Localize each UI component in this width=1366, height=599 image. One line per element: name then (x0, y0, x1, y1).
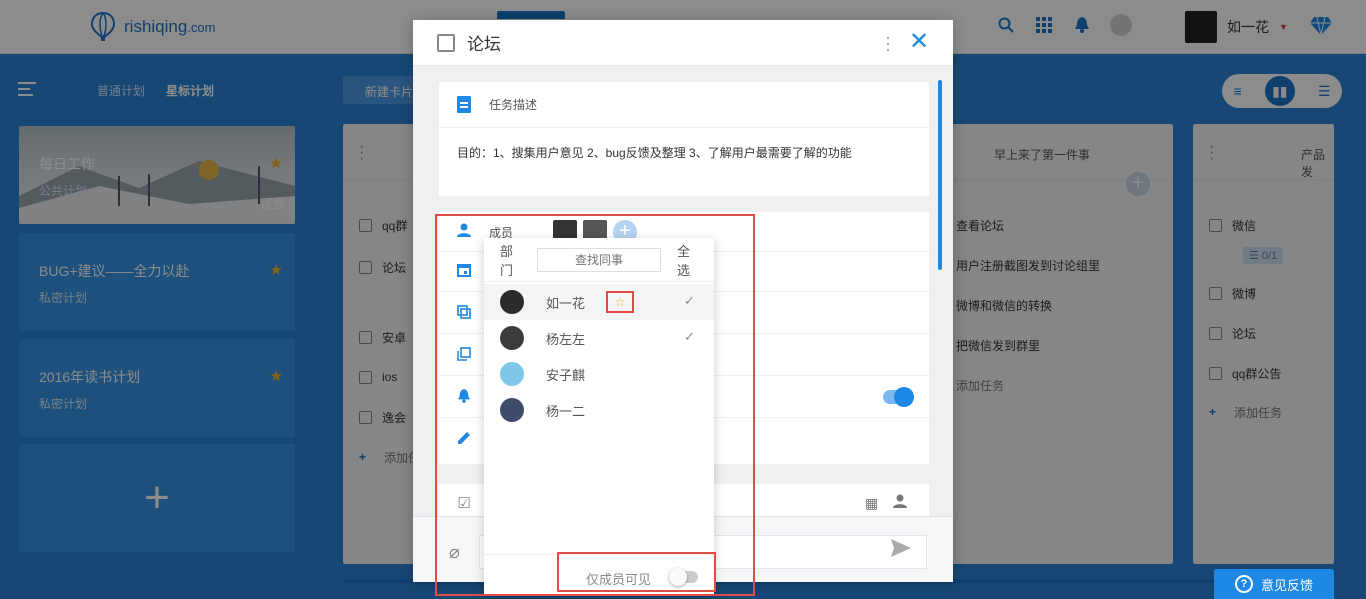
description-card: 任务描述 目的：1、搜集用户意见 2、bug反馈及整理 3、了解用户最需要了解的… (439, 82, 929, 196)
annotation-frame (435, 214, 755, 596)
person-icon[interactable] (893, 494, 907, 511)
feedback-button[interactable]: ? 意见反馈 (1214, 569, 1334, 599)
send-icon[interactable] (891, 539, 911, 562)
modal-header: 论坛 · · · ✕ (413, 20, 953, 66)
close-icon[interactable]: ✕ (909, 30, 929, 54)
annotation-frame (557, 552, 716, 592)
task-complete-checkbox[interactable] (437, 33, 455, 52)
description-header: 任务描述 (439, 82, 929, 128)
more-vertical-icon[interactable]: · · · (885, 28, 891, 58)
question-icon: ? (1234, 575, 1253, 593)
reminder-toggle[interactable] (883, 387, 914, 407)
description-text[interactable]: 目的：1、搜集用户意见 2、bug反馈及整理 3、了解用户最需要了解的功能 (439, 128, 929, 177)
calendar-icon[interactable]: ▦ (865, 495, 878, 512)
modal-title[interactable]: 论坛 (467, 30, 501, 55)
modal-scrollbar[interactable] (938, 80, 942, 270)
document-icon (457, 96, 471, 113)
